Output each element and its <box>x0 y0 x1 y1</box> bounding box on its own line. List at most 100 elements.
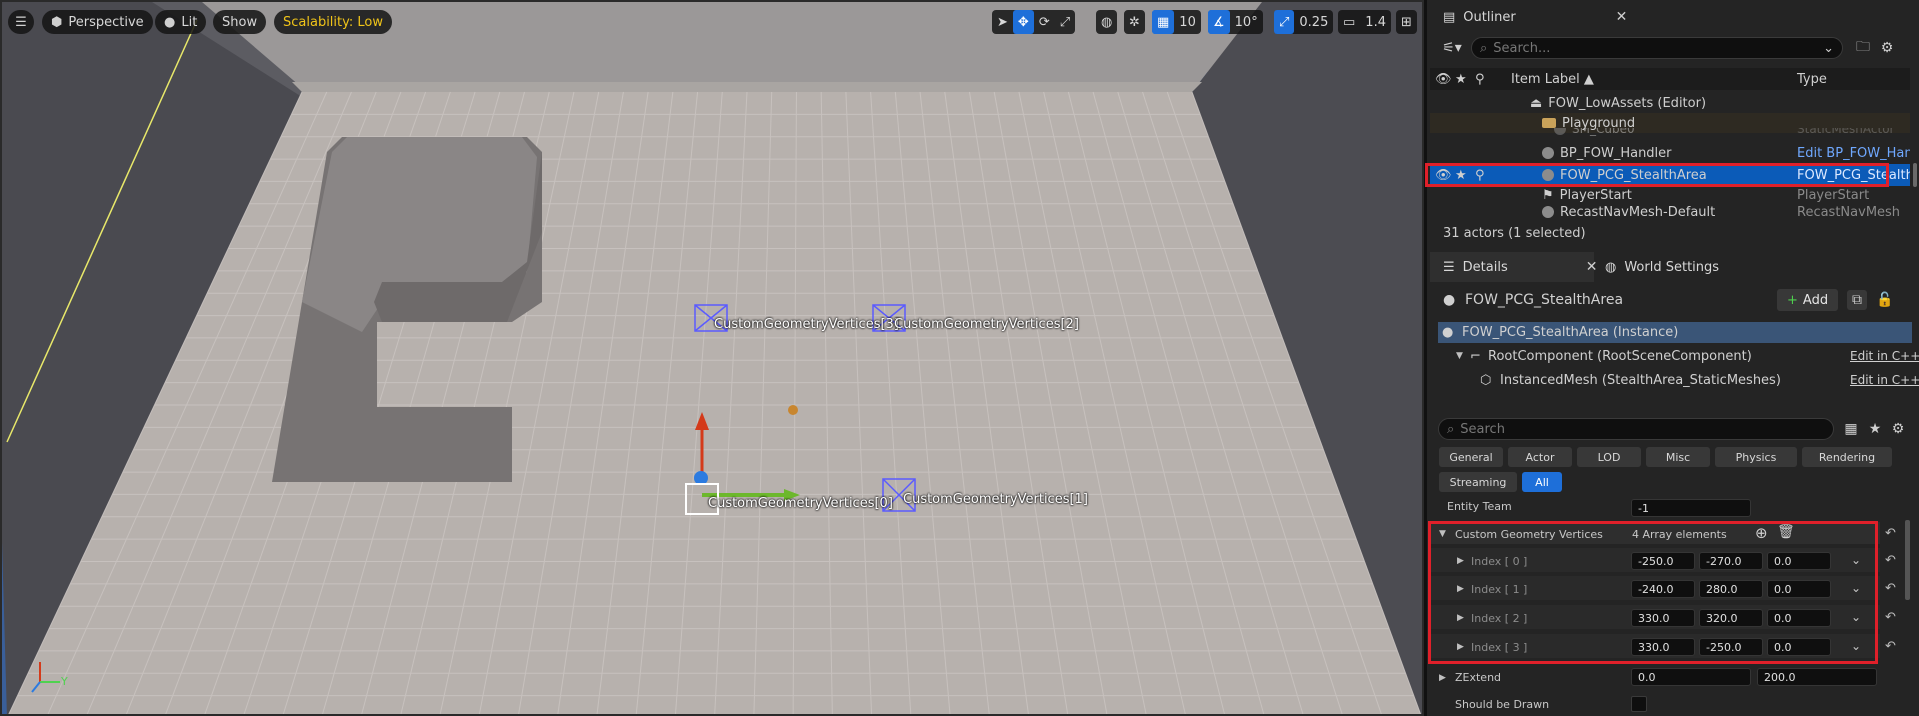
blueprint-button[interactable]: ⧉ <box>1847 290 1867 310</box>
trash-icon[interactable]: 🗑 <box>1777 524 1795 540</box>
filter-button[interactable]: ⚟▾ <box>1437 38 1467 58</box>
lit-button[interactable]: ● Lit <box>155 10 207 34</box>
edit-in-cpp-link[interactable]: Edit in C++ <box>1850 373 1919 387</box>
chevron-down-icon[interactable]: ⌄ <box>1851 610 1861 624</box>
outliner-row-selected[interactable]: 👁 ★ ⚲ FOW_PCG_StealthArea FOW_PCG_Stealt… <box>1430 164 1910 186</box>
category-physics[interactable]: Physics <box>1715 447 1797 467</box>
chevron-down-icon[interactable]: ▼ <box>1439 529 1446 539</box>
outliner-row[interactable]: BP_FOW_Handler Edit BP_FOW_Handler <box>1430 143 1910 163</box>
level-viewport[interactable]: ☰ ⬢ Perspective ● Lit Show Scalability: … <box>0 0 1424 716</box>
edit-in-cpp-link[interactable]: Edit in C++ <box>1850 349 1919 363</box>
scalability-warning[interactable]: Scalability: Low <box>274 10 392 34</box>
chevron-right-icon[interactable]: ▶ <box>1457 556 1464 566</box>
chevron-right-icon[interactable]: ▶ <box>1457 613 1464 623</box>
chevron-right-icon[interactable]: ▶ <box>1457 642 1464 652</box>
scale-snap-group[interactable]: ⤢ 0.25 <box>1274 10 1334 34</box>
chevron-down-icon[interactable]: ⌄ <box>1851 581 1861 595</box>
camera-speed-value: 1.4 <box>1365 14 1386 30</box>
details-scrollbar[interactable] <box>1905 520 1910 600</box>
zextend-min-field[interactable]: 0.0 <box>1631 668 1751 686</box>
tab-world-settings[interactable]: ◍ World Settings <box>1595 252 1729 282</box>
reset-icon[interactable]: ↶ <box>1885 553 1896 568</box>
outliner-search-input[interactable]: ⌕ Search... ⌄ <box>1471 37 1843 59</box>
reset-icon[interactable]: ↶ <box>1885 639 1896 654</box>
outliner-row[interactable]: ⏏ FOW_LowAssets (Editor) <box>1430 93 1910 113</box>
column-type[interactable]: Type <box>1797 72 1827 87</box>
table-icon: ▦ <box>1844 421 1858 437</box>
vertex-z-field[interactable]: 0.0 <box>1767 552 1831 570</box>
favorites-button[interactable]: ★ <box>1865 419 1885 439</box>
scale-mode-button[interactable]: ⤢ <box>1055 10 1075 34</box>
vertex-z-field[interactable]: 0.0 <box>1767 580 1831 598</box>
chevron-down-icon[interactable]: ⌄ <box>1851 639 1861 653</box>
reset-icon[interactable]: ↶ <box>1885 581 1896 596</box>
vertex-x-field[interactable]: 330.0 <box>1631 609 1695 627</box>
details-settings-button[interactable]: ⚙ <box>1888 419 1908 439</box>
should-be-drawn-checkbox[interactable] <box>1631 696 1647 712</box>
outliner-scrollbar[interactable] <box>1913 163 1917 187</box>
category-misc[interactable]: Misc <box>1646 447 1710 467</box>
camera-speed-group[interactable]: ▭ 1.4 <box>1338 10 1391 34</box>
new-folder-button[interactable]: 🗀 <box>1853 38 1873 58</box>
zextend-max-field[interactable]: 200.0 <box>1757 668 1877 686</box>
outliner-icon: ▤ <box>1443 9 1456 25</box>
grid-snap-group[interactable]: ▦ 10 <box>1152 10 1201 34</box>
add-component-button[interactable]: + Add <box>1777 289 1839 311</box>
outliner-row[interactable]: ⚑ PlayerStart PlayerStart <box>1430 185 1910 205</box>
category-actor[interactable]: Actor <box>1508 447 1572 467</box>
vertex-y-field[interactable]: 320.0 <box>1699 609 1763 627</box>
outliner-row[interactable]: SM_Cube0 StaticMeshActor <box>1430 128 1910 138</box>
gear-icon: ⚙ <box>1880 40 1894 56</box>
visibility-icon[interactable]: 👁 <box>1435 168 1452 183</box>
category-general[interactable]: General <box>1439 447 1503 467</box>
world-local-button[interactable]: ◍ <box>1096 10 1118 34</box>
rotation-snap-group[interactable]: ∡ 10° <box>1208 10 1263 34</box>
pin-icon[interactable]: ⚲ <box>1475 168 1485 183</box>
translate-mode-button[interactable]: ✥ <box>1012 10 1034 34</box>
vertex-y-field[interactable]: -270.0 <box>1699 552 1763 570</box>
vertex-x-field[interactable]: -240.0 <box>1631 580 1695 598</box>
vertex-z-field[interactable]: 0.0 <box>1767 638 1831 656</box>
rotate-mode-button[interactable]: ⟳ <box>1034 10 1055 34</box>
chevron-right-icon[interactable]: ▶ <box>1457 584 1464 594</box>
show-button[interactable]: Show <box>213 10 267 34</box>
surface-snap-button[interactable]: ✲ <box>1124 10 1145 34</box>
reset-icon[interactable]: ↶ <box>1885 526 1896 541</box>
perspective-button[interactable]: ⬢ Perspective <box>42 10 153 34</box>
category-rendering[interactable]: Rendering <box>1802 447 1892 467</box>
category-lod[interactable]: LOD <box>1577 447 1641 467</box>
close-icon[interactable]: ✕ <box>1616 9 1628 25</box>
select-mode-button[interactable]: ➤ <box>992 10 1013 34</box>
property-matrix-button[interactable]: ▦ <box>1841 419 1861 439</box>
vertex-y-field[interactable]: 280.0 <box>1699 580 1763 598</box>
viewport-menu-button[interactable]: ☰ <box>8 10 34 34</box>
component-instance-row[interactable]: ● FOW_PCG_StealthArea (Instance) <box>1438 322 1912 343</box>
outliner-settings-button[interactable]: ⚙ <box>1877 38 1897 58</box>
category-streaming[interactable]: Streaming <box>1439 472 1517 492</box>
outliner-row[interactable]: RecastNavMesh-Default RecastNavMesh <box>1430 204 1910 220</box>
chevron-down-icon[interactable]: ▼ <box>1456 351 1463 361</box>
tab-outliner[interactable]: ▤ Outliner ✕ <box>1433 2 1637 32</box>
vertex-y-field[interactable]: -250.0 <box>1699 638 1763 656</box>
chevron-right-icon[interactable]: ▶ <box>1439 673 1446 683</box>
chevron-down-icon[interactable]: ⌄ <box>1851 553 1861 567</box>
entity-team-field[interactable]: -1 <box>1631 499 1751 517</box>
category-all[interactable]: All <box>1522 472 1562 492</box>
lock-button[interactable]: 🔓 <box>1875 290 1895 310</box>
favorite-icon[interactable]: ★ <box>1455 168 1467 183</box>
vertex-x-field[interactable]: 330.0 <box>1631 638 1695 656</box>
component-mesh-row[interactable]: ⬡ InstancedMesh (StealthArea_StaticMeshe… <box>1430 370 1919 390</box>
viewport-scene[interactable] <box>2 2 1424 716</box>
column-item-label[interactable]: Item Label ▲ <box>1511 72 1594 87</box>
row-type-link[interactable]: Edit BP_FOW_Handler <box>1797 146 1910 161</box>
details-search-input[interactable]: ⌕ Search <box>1438 418 1834 440</box>
add-element-icon[interactable]: ⊕ <box>1755 524 1768 542</box>
search-icon: ⌕ <box>1480 40 1488 56</box>
tab-details[interactable]: ☰ Details ✕ <box>1433 252 1607 282</box>
component-root-row[interactable]: ▼ ⌐ RootComponent (RootSceneComponent) E… <box>1430 346 1919 366</box>
vertex-x-field[interactable]: -250.0 <box>1631 552 1695 570</box>
scale-snap-icon: ⤢ <box>1274 10 1295 34</box>
vertex-z-field[interactable]: 0.0 <box>1767 609 1831 627</box>
reset-icon[interactable]: ↶ <box>1885 610 1896 625</box>
viewport-layout-button[interactable]: ⊞ <box>1396 10 1417 34</box>
